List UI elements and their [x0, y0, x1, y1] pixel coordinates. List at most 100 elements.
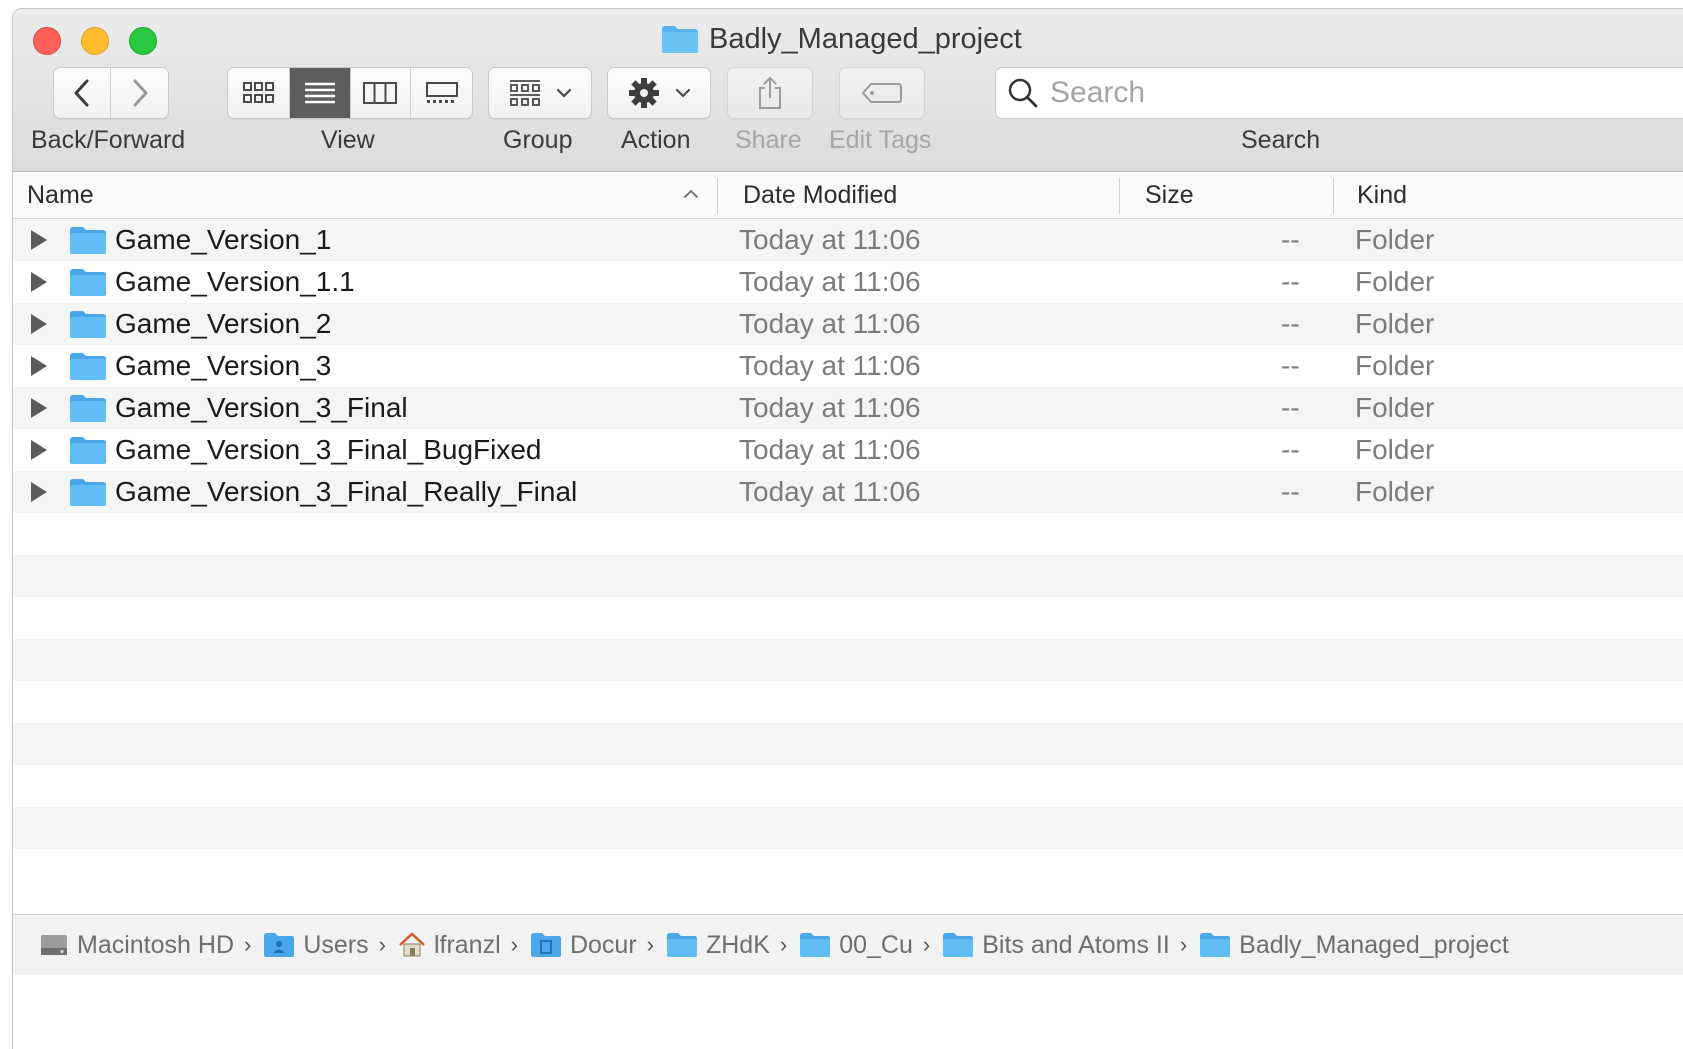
edit-tags-button[interactable] [839, 67, 925, 119]
disclosure-triangle-icon[interactable] [31, 482, 47, 502]
disclosure-triangle-icon[interactable] [31, 398, 47, 418]
empty-row [13, 849, 1683, 891]
folder-icon [70, 395, 106, 422]
action-button[interactable] [607, 67, 711, 119]
list-icon [304, 82, 335, 104]
column-separator[interactable] [1119, 178, 1120, 214]
chevron-right-icon: › [646, 932, 654, 957]
close-button[interactable] [33, 27, 61, 55]
chevron-right-icon: › [922, 932, 931, 957]
search-placeholder: Search [1050, 76, 1146, 109]
disclosure-triangle-icon[interactable] [31, 272, 47, 292]
file-row[interactable]: Game_Version_2 Today at 11:06 -- Folder [13, 303, 1683, 345]
share-icon [759, 76, 781, 109]
empty-row [13, 723, 1683, 765]
toolbar: Badly_Managed_project Back/Forward View … [13, 9, 1683, 172]
folder-icon [70, 227, 106, 254]
window-title: Badly_Managed_project [661, 21, 1022, 57]
file-row[interactable]: Game_Version_3_Final Today at 11:06 -- F… [13, 387, 1683, 429]
search-icon [1008, 78, 1038, 108]
column-size[interactable]: Size [1145, 172, 1194, 218]
gallery-view-button[interactable] [411, 68, 472, 118]
column-view-button[interactable] [351, 68, 412, 118]
view-switcher [227, 67, 473, 119]
file-date: Today at 11:06 [739, 224, 921, 255]
empty-row [13, 807, 1683, 849]
gallery-icon [425, 82, 458, 103]
path-item-documents[interactable]: Docur [530, 931, 637, 960]
sort-ascending-icon [684, 189, 698, 198]
back-button[interactable] [54, 68, 111, 118]
file-row[interactable]: Game_Version_3_Final_BugFixed Today at 1… [13, 429, 1683, 471]
file-kind: Folder [1355, 434, 1435, 465]
minimize-button[interactable] [81, 27, 109, 55]
folder-icon [70, 479, 106, 506]
disclosure-triangle-icon[interactable] [31, 230, 47, 250]
path-item-bits-and-atoms[interactable]: Bits and Atoms II [942, 931, 1170, 960]
file-name: Game_Version_3_Final_Really_Final [115, 476, 578, 507]
disclosure-triangle-icon[interactable] [31, 314, 47, 334]
file-name: Game_Version_2 [115, 308, 332, 339]
path-item-label: Macintosh HD [77, 930, 234, 959]
empty-row [13, 513, 1683, 555]
folder-icon [800, 933, 831, 957]
empty-row [13, 765, 1683, 807]
chevron-right-icon: › [510, 932, 518, 957]
path-item-macintosh-hd[interactable]: Macintosh HD [39, 931, 234, 960]
file-row[interactable]: Game_Version_1.1 Today at 11:06 -- Folde… [13, 261, 1683, 303]
tag-icon [861, 83, 902, 103]
file-kind: Folder [1355, 476, 1435, 507]
file-size: -- [1281, 308, 1300, 339]
file-name: Game_Version_3_Final [115, 392, 408, 423]
empty-row [13, 639, 1683, 681]
edit-tags-label: Edit Tags [829, 126, 932, 154]
file-kind: Folder [1355, 224, 1435, 255]
file-name: Game_Version_1.1 [115, 266, 355, 297]
file-size: -- [1281, 434, 1300, 465]
path-item-home[interactable]: lfranzl [398, 931, 501, 960]
icon-view-button[interactable] [228, 68, 290, 118]
column-date-modified[interactable]: Date Modified [743, 172, 897, 218]
file-size: -- [1281, 224, 1300, 255]
file-size: -- [1281, 266, 1300, 297]
share-button[interactable] [727, 67, 813, 119]
forward-button[interactable] [111, 68, 168, 118]
folder-icon [70, 311, 106, 338]
hard-drive-icon [41, 935, 67, 955]
file-size: -- [1281, 476, 1300, 507]
path-item-00-cu[interactable]: 00_Cu [799, 931, 913, 960]
column-size-label: Size [1145, 180, 1194, 209]
column-separator[interactable] [717, 178, 718, 214]
folder-icon [70, 437, 106, 464]
column-kind-label: Kind [1357, 180, 1408, 209]
back-forward-control [53, 67, 169, 119]
disclosure-triangle-icon[interactable] [31, 356, 47, 376]
home-icon [399, 932, 425, 957]
chevron-right-icon: › [244, 932, 252, 957]
path-item-zhdk[interactable]: ZHdK [666, 931, 770, 960]
group-button[interactable] [488, 67, 592, 119]
folder-icon [943, 933, 974, 957]
disclosure-triangle-icon[interactable] [31, 440, 47, 460]
file-row[interactable]: Game_Version_3 Today at 11:06 -- Folder [13, 345, 1683, 387]
path-bar: Macintosh HD › Users › lfranzl › Docur ›… [13, 914, 1683, 975]
window-title-text: Badly_Managed_project [709, 22, 1022, 55]
file-list: Game_Version_1 Today at 11:06 -- Folder … [13, 219, 1683, 891]
column-name[interactable]: Name [27, 172, 94, 218]
chevron-down-icon [556, 88, 572, 98]
zoom-button[interactable] [129, 27, 157, 55]
path-item-badly-managed-project[interactable]: Badly_Managed_project [1199, 931, 1509, 960]
file-row[interactable]: Game_Version_1 Today at 11:06 -- Folder [13, 219, 1683, 261]
column-kind[interactable]: Kind [1357, 172, 1407, 218]
search-label: Search [1241, 126, 1321, 154]
gear-icon [629, 78, 659, 108]
action-label: Action [621, 126, 691, 154]
column-separator[interactable] [1333, 178, 1334, 214]
path-item-users[interactable]: Users [263, 931, 369, 960]
search-field[interactable]: Search [995, 67, 1683, 119]
file-row[interactable]: Game_Version_3_Final_Really_Final Today … [13, 471, 1683, 513]
list-view-button[interactable] [289, 68, 351, 118]
finder-window: Badly_Managed_project Back/Forward View … [12, 8, 1683, 1049]
folder-icon [666, 933, 697, 957]
column-name-label: Name [27, 180, 94, 209]
